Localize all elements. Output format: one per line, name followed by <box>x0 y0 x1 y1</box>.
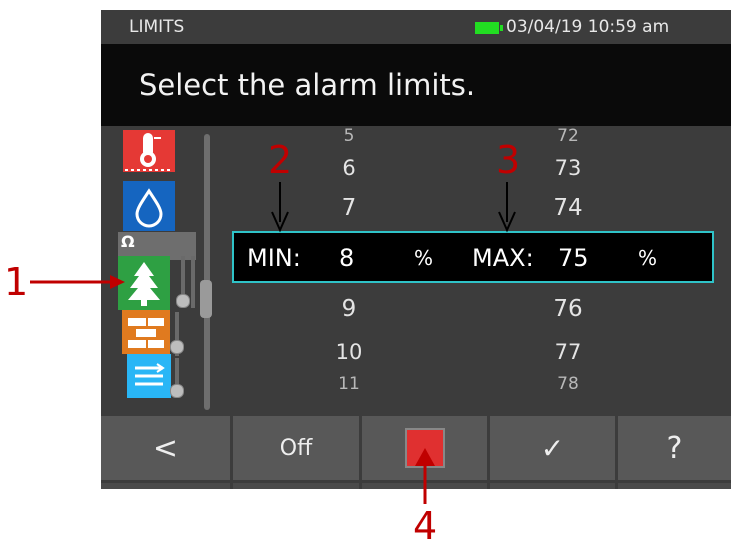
min-value[interactable]: 8 <box>339 244 354 272</box>
limits-panel: Ω 5 6 7 9 10 11 72 73 74 76 77 78 MIN: 8… <box>101 126 731 416</box>
min-option[interactable]: 9 <box>314 296 384 322</box>
check-icon: ✓ <box>540 431 565 465</box>
min-option[interactable]: 6 <box>314 156 384 180</box>
min-option[interactable]: 5 <box>314 126 384 146</box>
wood-slider-track-2[interactable] <box>191 256 195 308</box>
max-option[interactable]: 78 <box>533 374 603 394</box>
prompt-bar: Select the alarm limits. <box>101 44 731 126</box>
brick-icon <box>122 310 170 354</box>
confirm-button[interactable]: ✓ <box>490 416 618 489</box>
min-label: MIN: <box>247 244 301 272</box>
category-material[interactable] <box>127 354 171 398</box>
min-option[interactable]: 10 <box>314 340 384 364</box>
max-option[interactable]: 72 <box>533 126 603 146</box>
omega-badge-label: Ω <box>121 232 135 251</box>
off-label: Off <box>279 435 313 461</box>
mode-title: LIMITS <box>129 17 185 37</box>
annotation-1: 1 <box>4 260 29 304</box>
help-button[interactable]: ? <box>618 416 731 489</box>
annotation-3-arrow <box>498 182 516 233</box>
selected-limits-row[interactable]: MIN: 8 % MAX: 75 % <box>232 231 714 283</box>
status-bar: LIMITS 03/04/19 10:59 am <box>101 10 731 44</box>
layers-icon <box>127 354 171 398</box>
wood-slider-knob[interactable] <box>176 294 190 308</box>
category-temperature[interactable] <box>123 130 175 172</box>
thermometer-icon <box>123 130 175 172</box>
category-building[interactable] <box>122 310 170 354</box>
annotation-4: 4 <box>413 504 438 548</box>
max-unit: % <box>638 246 658 270</box>
category-scrollbar[interactable] <box>204 134 210 410</box>
water-drop-icon <box>123 181 175 231</box>
annotation-3: 3 <box>496 138 521 182</box>
max-value[interactable]: 75 <box>558 244 589 272</box>
min-option[interactable]: 11 <box>314 374 384 394</box>
max-option[interactable]: 74 <box>533 195 603 221</box>
tree-icon <box>118 256 170 310</box>
help-icon: ? <box>666 430 683 466</box>
max-option[interactable]: 76 <box>533 296 603 322</box>
max-label: MAX: <box>472 244 534 272</box>
max-option[interactable]: 77 <box>533 340 603 364</box>
category-wood[interactable] <box>118 256 170 310</box>
min-unit: % <box>414 246 434 270</box>
annotation-4-arrow <box>415 448 435 504</box>
battery-icon <box>475 22 503 34</box>
category-scrollbar-thumb[interactable] <box>200 280 212 318</box>
back-icon: < <box>152 430 179 466</box>
annotation-1-arrow <box>30 275 125 289</box>
device-screen: LIMITS 03/04/19 10:59 am Select the alar… <box>101 10 731 489</box>
material-slider-knob[interactable] <box>170 384 184 398</box>
datetime: 03/04/19 10:59 am <box>506 17 670 37</box>
off-button[interactable]: Off <box>233 416 362 489</box>
category-water[interactable] <box>123 181 175 231</box>
max-option[interactable]: 73 <box>533 156 603 180</box>
annotation-2: 2 <box>268 138 293 182</box>
min-option[interactable]: 7 <box>314 195 384 221</box>
building-slider-knob[interactable] <box>170 340 184 354</box>
prompt-text: Select the alarm limits. <box>139 68 476 102</box>
annotation-2-arrow <box>271 182 289 233</box>
back-button[interactable]: < <box>101 416 233 489</box>
